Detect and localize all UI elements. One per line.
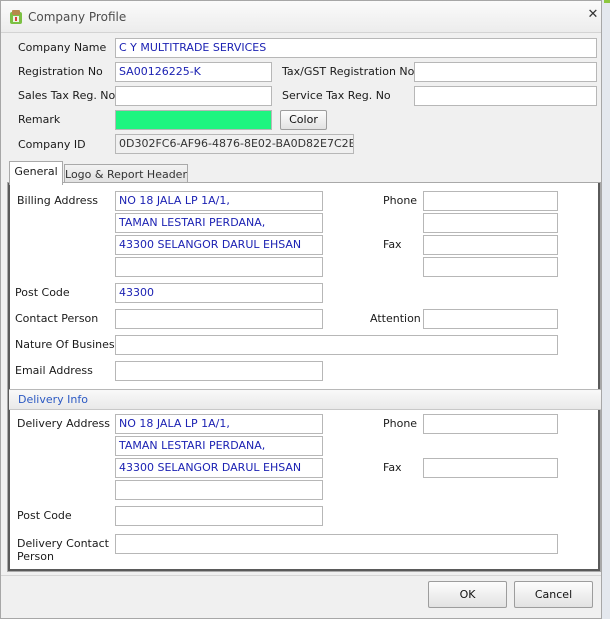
footer-divider (1, 575, 601, 576)
post-code-label: Post Code (15, 286, 70, 299)
phone-field-1[interactable] (423, 191, 558, 211)
delivery-contact-label-line-2: Person (17, 550, 54, 563)
tax-gst-field[interactable] (414, 62, 597, 82)
nature-of-business-label: Nature Of Business (15, 338, 121, 351)
app-icon (10, 10, 22, 24)
company-name-label: Company Name (18, 41, 107, 54)
dialog-title: Company Profile (28, 10, 127, 24)
color-button[interactable]: Color (280, 110, 327, 130)
attention-field[interactable] (423, 309, 558, 329)
delivery-contact-label-line-1: Delivery Contact (17, 537, 109, 550)
phone-label: Phone (383, 194, 418, 207)
delivery-post-code-field[interactable] (115, 506, 323, 526)
close-icon[interactable]: ✕ (586, 8, 600, 22)
company-id-label: Company ID (18, 138, 86, 151)
delivery-info-title: Delivery Info (18, 393, 88, 406)
nature-of-business-field[interactable] (115, 335, 558, 355)
title-bar: Company Profile ✕ (1, 1, 601, 33)
cancel-button[interactable]: Cancel (514, 581, 593, 608)
fax-label: Fax (383, 238, 402, 251)
delivery-post-code-label: Post Code (17, 509, 72, 522)
email-address-field[interactable] (115, 361, 323, 381)
remark-color-swatch[interactable] (115, 110, 272, 130)
contact-person-field[interactable] (115, 309, 323, 329)
fax-field-2[interactable] (423, 257, 558, 277)
service-tax-label: Service Tax Reg. No (282, 89, 391, 102)
registration-no-label: Registration No (18, 65, 103, 78)
sales-tax-field[interactable] (115, 86, 272, 106)
delivery-address-line-1[interactable]: NO 18 JALA LP 1A/1, (115, 414, 323, 434)
delivery-address-line-2[interactable]: TAMAN LESTARI PERDANA, (115, 436, 323, 456)
remark-label: Remark (18, 113, 61, 126)
delivery-fax-label: Fax (383, 461, 402, 474)
attention-label: Attention (370, 312, 421, 325)
panel-border-right (598, 183, 600, 571)
contact-person-label: Contact Person (15, 312, 99, 325)
billing-address-label: Billing Address (17, 194, 99, 207)
billing-address-line-2[interactable]: TAMAN LESTARI PERDANA, (115, 213, 323, 233)
panel-border-bottom (8, 569, 600, 571)
billing-address-line-1[interactable]: NO 18 JALA LP 1A/1, (115, 191, 323, 211)
delivery-phone-field[interactable] (423, 414, 558, 434)
delivery-contact-person-field[interactable] (115, 534, 558, 554)
fax-field-1[interactable] (423, 235, 558, 255)
background-accent (604, 0, 610, 3)
registration-no-field[interactable]: SA00126225-K (115, 62, 272, 82)
tax-gst-label: Tax/GST Registration No (282, 65, 415, 78)
delivery-address-label: Delivery Address (17, 417, 110, 430)
ok-button[interactable]: OK (428, 581, 507, 608)
company-profile-dialog: Company Profile ✕ Company Name C Y MULTI… (0, 0, 602, 619)
email-address-label: Email Address (15, 364, 93, 377)
billing-address-line-3[interactable]: 43300 SELANGOR DARUL EHSAN (115, 235, 323, 255)
company-name-field[interactable]: C Y MULTITRADE SERVICES (115, 38, 597, 58)
panel-border-left (8, 183, 10, 571)
tab-general[interactable]: General (9, 161, 63, 185)
post-code-field[interactable]: 43300 (115, 283, 323, 303)
delivery-info-header: Delivery Info (9, 389, 601, 410)
company-id-field: 0D302FC6-AF96-4876-8E02-BA0D82E7C2BA (115, 134, 354, 154)
service-tax-field[interactable] (414, 86, 597, 106)
sales-tax-label: Sales Tax Reg. No (18, 89, 116, 102)
delivery-phone-label: Phone (383, 417, 418, 430)
phone-field-2[interactable] (423, 213, 558, 233)
delivery-address-line-3[interactable]: 43300 SELANGOR DARUL EHSAN (115, 458, 323, 478)
delivery-address-line-4[interactable] (115, 480, 323, 500)
delivery-fax-field[interactable] (423, 458, 558, 478)
billing-address-line-4[interactable] (115, 257, 323, 277)
